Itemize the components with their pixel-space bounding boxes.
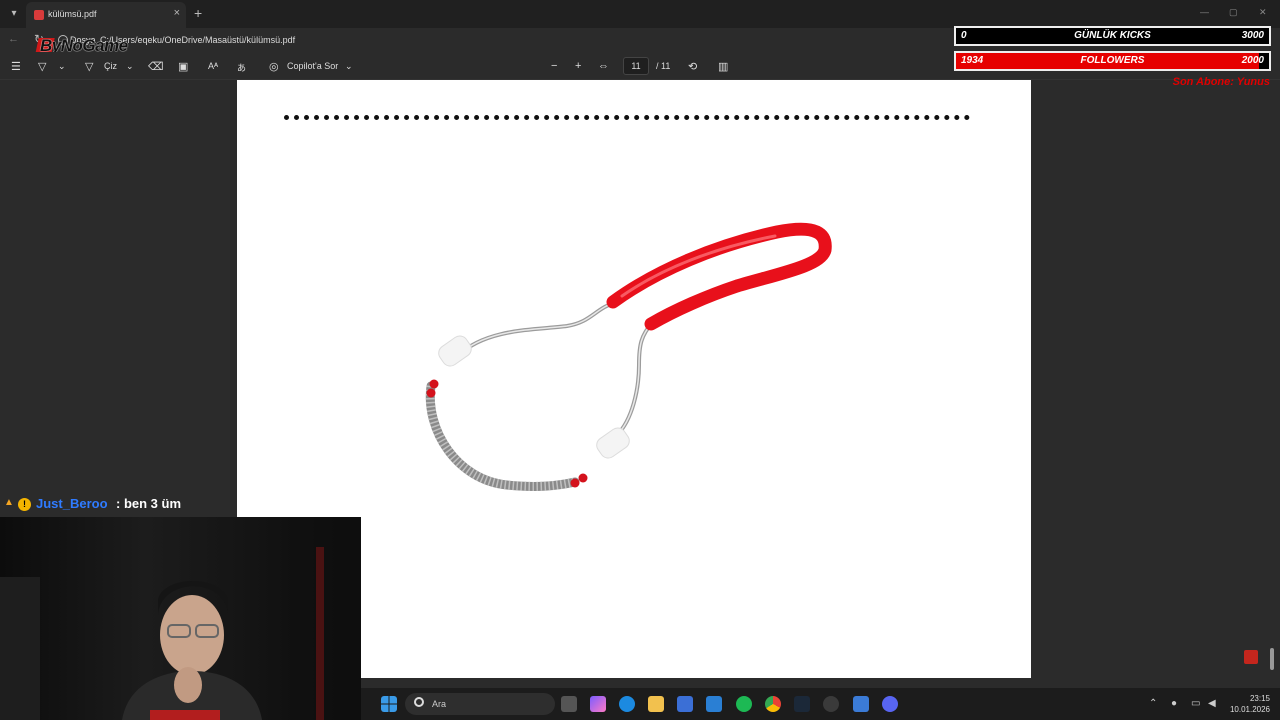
discord-icon[interactable] (882, 696, 898, 712)
close-tab-icon[interactable]: × (174, 7, 180, 19)
page-view-icon[interactable]: ▥ (718, 60, 728, 73)
obs-icon[interactable] (823, 696, 839, 712)
followers-goal: 2000 (1241, 55, 1264, 66)
daily-kicks-label: GÜNLÜK KICKS (1074, 30, 1151, 41)
chrome-icon[interactable] (765, 696, 781, 712)
read-aloud-icon[interactable]: Aᴬ (208, 61, 218, 71)
back-arrow-icon[interactable]: ← (8, 33, 19, 45)
highlight-icon[interactable]: ▽ (38, 60, 46, 73)
copilot-dropdown-icon[interactable]: ⌄ (345, 61, 353, 72)
product-image (425, 222, 832, 491)
windows-start-icon[interactable] (381, 696, 397, 712)
mail-icon[interactable] (706, 696, 722, 712)
draw-icon[interactable]: ▽ (85, 60, 93, 73)
address-url[interactable]: C:/Users/eqeku/OneDrive/Masaüstü/külümsü… (100, 35, 295, 45)
steam-icon[interactable] (794, 696, 810, 712)
search-icon (414, 697, 424, 707)
eraser-icon[interactable]: ⌫ (148, 60, 164, 73)
zoom-in-button[interactable]: + (575, 60, 581, 72)
app-icon[interactable] (853, 696, 869, 712)
rotate-icon[interactable]: ⟲ (688, 60, 697, 73)
clock-time: 23:15 (1249, 694, 1270, 703)
screen: ▾ külümsü.pdf × + — ▢ ✕ ← ↻ Dosya C:/Use… (0, 0, 1280, 720)
dotted-separator (284, 115, 970, 120)
acrobat-icon[interactable] (1244, 650, 1258, 664)
close-window-icon[interactable]: ✕ (1259, 7, 1267, 18)
translate-icon[interactable]: あ (237, 61, 246, 74)
store-icon[interactable] (677, 696, 693, 712)
webcam-image (0, 517, 361, 720)
taskbar-search-placeholder: Ara (432, 699, 447, 709)
draw-label[interactable]: Çiz (104, 61, 117, 71)
pdf-icon (34, 10, 44, 20)
chat-username: Just_Beroo (36, 496, 108, 511)
followers-goal-bar: 1934 FOLLOWERS 2000 (954, 51, 1271, 71)
taskbar-clock[interactable]: 23:15 10.01.2026 (1230, 693, 1270, 715)
copilot-app-icon[interactable] (590, 696, 606, 712)
scrollbar-thumb[interactable] (1270, 648, 1274, 670)
zoom-out-button[interactable]: − (551, 60, 557, 72)
contents-icon[interactable]: ☰ (11, 60, 21, 73)
tab-list-icon[interactable]: ▾ (6, 6, 22, 22)
maximize-icon[interactable]: ▢ (1229, 7, 1238, 18)
tab-pdf[interactable]: külümsü.pdf × (26, 2, 186, 28)
taskbar: Ara ⌃ ● ▭ ◀ 23:15 10.01.2026 (361, 688, 1280, 720)
task-view-icon[interactable] (561, 696, 577, 712)
fire-icon: ▲ (4, 497, 14, 508)
microphone-icon[interactable]: ● (1171, 698, 1177, 709)
edge-icon[interactable] (619, 696, 635, 712)
fit-width-icon[interactable]: ⇔ (598, 60, 609, 72)
new-tab-button[interactable]: + (194, 5, 202, 21)
daily-kicks-goal-bar: 0 GÜNLÜK KICKS 3000 (954, 26, 1271, 46)
highlight-dropdown-icon[interactable]: ⌄ (58, 61, 66, 72)
tray-chevron-icon[interactable]: ⌃ (1149, 698, 1157, 709)
daily-kicks-goal: 3000 (1241, 30, 1264, 41)
file-explorer-icon[interactable] (648, 696, 664, 712)
network-icon[interactable]: ▭ (1191, 698, 1200, 709)
clock-date: 10.01.2026 (1229, 705, 1270, 714)
copilot-icon[interactable]: ◎ (269, 60, 279, 73)
volume-icon[interactable]: ◀ (1208, 698, 1216, 709)
draw-dropdown-icon[interactable]: ⌄ (126, 61, 134, 72)
tab-bar: ▾ külümsü.pdf × + — ▢ ✕ (0, 0, 1280, 28)
latest-sub-label: Son Abone: Yunus (1172, 76, 1270, 88)
tab-title: külümsü.pdf (48, 9, 97, 19)
chat-badge-icon: ! (18, 498, 31, 511)
page-number-input[interactable]: 11 (623, 57, 649, 75)
copilot-button[interactable]: Copilot'a Sor (287, 61, 338, 71)
taskbar-search[interactable]: Ara (405, 693, 555, 715)
add-text-icon[interactable]: ▣ (178, 60, 188, 73)
webcam-feed (0, 517, 361, 720)
minimize-icon[interactable]: — (1200, 7, 1209, 17)
followers-label: FOLLOWERS (1080, 55, 1145, 66)
spotify-icon[interactable] (736, 696, 752, 712)
chat-text: : ben 3 üm (116, 496, 182, 511)
page-total: / 11 (656, 61, 671, 71)
